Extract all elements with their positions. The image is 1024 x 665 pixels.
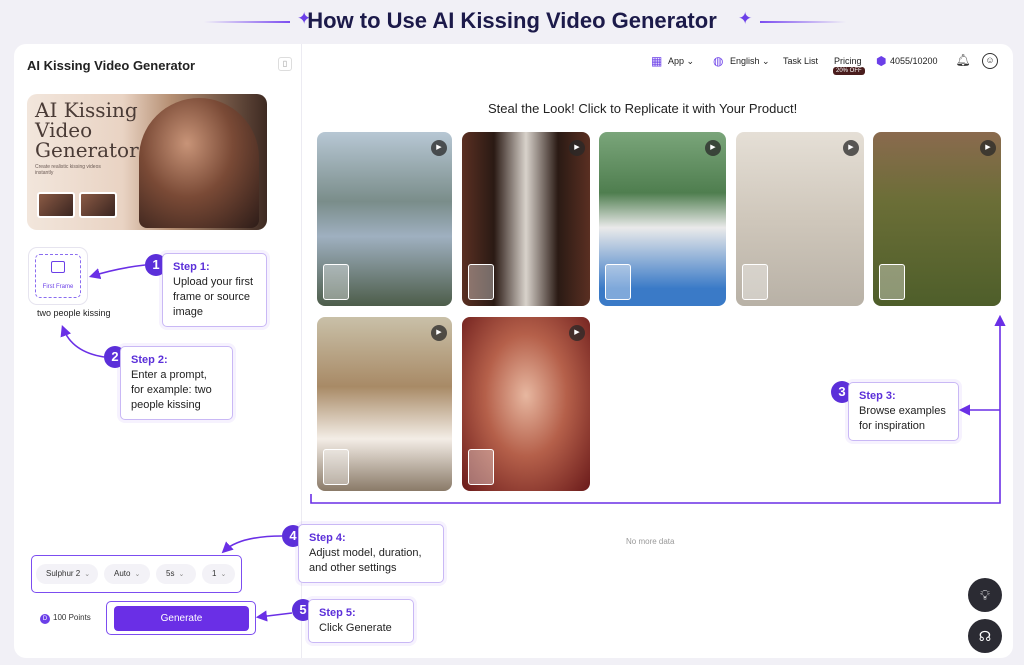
- step-3-title: Step 3:: [859, 390, 896, 402]
- step-1-text: Upload your first frame or source image: [173, 276, 254, 318]
- step-5-title: Step 5:: [319, 607, 356, 619]
- lightbulb-icon[interactable]: 💡︎: [968, 578, 1002, 612]
- step-3-text: Browse examples for inspiration: [859, 405, 946, 432]
- annotation-arrows: [60, 264, 1006, 622]
- step-2-text: Enter a prompt, for example: two people …: [131, 369, 212, 411]
- step-2-title: Step 2:: [131, 354, 168, 366]
- step-5-callout: Step 5: Click Generate: [308, 599, 414, 643]
- step-4-title: Step 4:: [309, 532, 346, 544]
- step-1-callout: Step 1: Upload your first frame or source…: [162, 253, 267, 327]
- step-3-callout: Step 3: Browse examples for inspiration: [848, 382, 959, 441]
- step-1-title: Step 1:: [173, 261, 210, 273]
- support-icon[interactable]: ☊: [968, 619, 1002, 653]
- step-4-text: Adjust model, duration, and other settin…: [309, 547, 422, 574]
- step-4-callout: Step 4: Adjust model, duration, and other…: [298, 524, 444, 583]
- step-5-text: Click Generate: [319, 622, 392, 634]
- step-2-callout: Step 2: Enter a prompt, for example: two …: [120, 346, 233, 420]
